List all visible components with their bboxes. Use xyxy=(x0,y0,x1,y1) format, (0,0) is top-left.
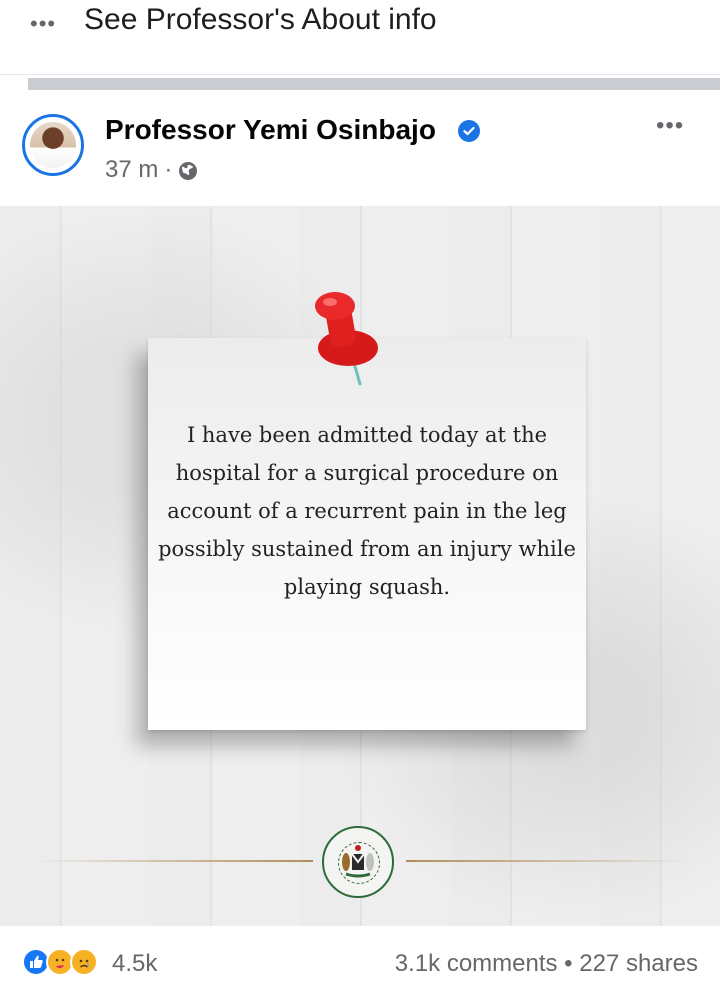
author-name[interactable]: Professor Yemi Osinbajo xyxy=(105,114,436,146)
avatar-story-ring[interactable] xyxy=(22,114,84,176)
vice-president-seal-icon xyxy=(322,826,394,898)
decorative-line-right xyxy=(406,860,688,862)
note-line: hospital for a surgical procedure on xyxy=(175,461,559,485)
post-timestamp[interactable]: 37 m xyxy=(105,156,158,184)
verified-badge-icon xyxy=(458,120,480,142)
post-meta: 37 m · xyxy=(105,156,198,184)
note-line: possibly sustained from an injury while xyxy=(158,537,576,561)
post-separator xyxy=(28,78,720,90)
comments-shares-count[interactable]: 3.1k comments • 227 shares xyxy=(395,950,698,978)
post-footer: 4.5k 3.1k comments • 227 shares xyxy=(0,930,720,1001)
divider xyxy=(0,74,720,75)
meta-separator: · xyxy=(164,156,173,183)
decorative-line-left xyxy=(35,860,313,862)
note-line: account of a recurrent pain in the leg xyxy=(167,499,567,523)
globe-icon[interactable] xyxy=(178,160,198,180)
post-header: Professor Yemi Osinbajo 37 m · ••• xyxy=(0,96,720,206)
reaction-icons[interactable] xyxy=(22,948,104,976)
post-image[interactable]: I have been admitted today at the hospit… xyxy=(0,206,720,926)
see-about-info-link[interactable]: See Professor's About info xyxy=(84,2,437,38)
note-text: I have been admitted today at the hospit… xyxy=(148,416,586,606)
more-horizontal-icon: ••• xyxy=(30,11,57,36)
sticky-note: I have been admitted today at the hospit… xyxy=(148,338,586,730)
note-line: playing squash. xyxy=(283,575,451,599)
about-info-row[interactable]: ••• See Professor's About info xyxy=(0,0,720,70)
reaction-count[interactable]: 4.5k xyxy=(112,950,157,978)
sad-reaction-icon xyxy=(70,948,98,976)
note-line: I have been admitted today at the xyxy=(186,423,548,447)
push-pin-icon xyxy=(315,292,378,386)
post-more-options-icon[interactable]: ••• xyxy=(656,112,684,140)
avatar[interactable] xyxy=(30,122,76,168)
